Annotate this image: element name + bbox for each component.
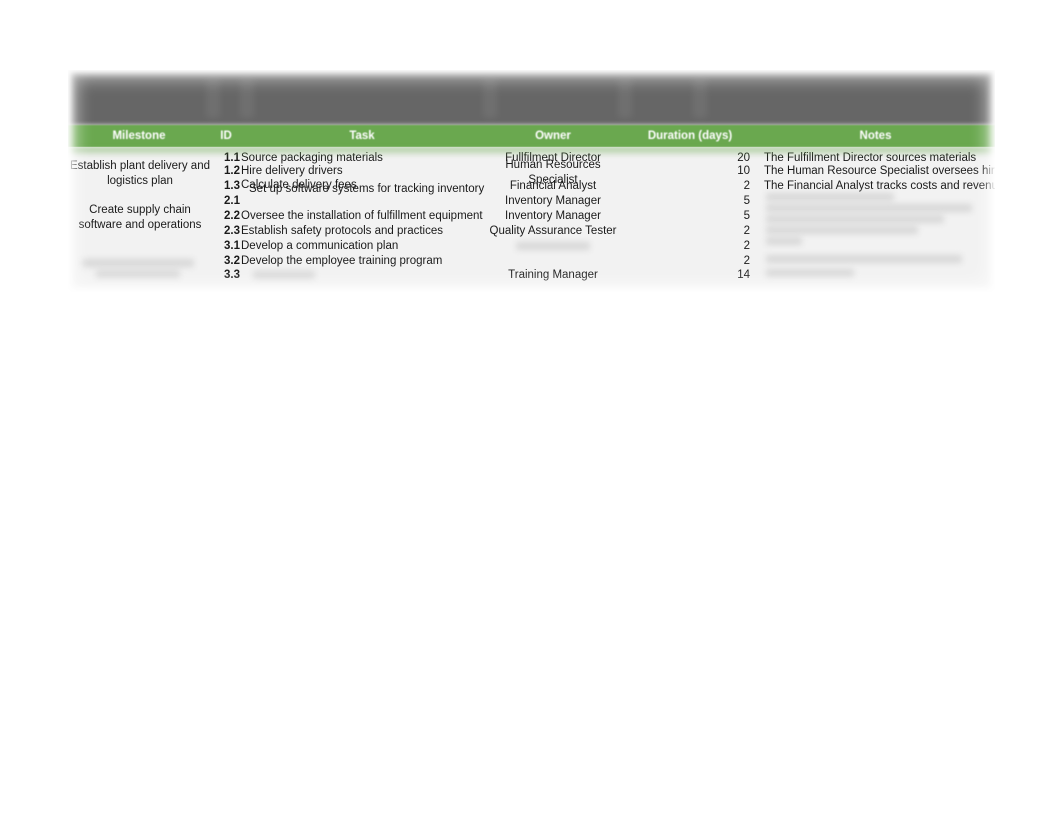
row-owner[interactable]: Inventory Manager	[482, 209, 624, 224]
row-id[interactable]: 3.1	[210, 239, 240, 254]
column-header-id[interactable]: ID	[210, 125, 242, 147]
row-duration[interactable]: 2	[624, 179, 750, 194]
row-duration[interactable]: 14	[624, 268, 750, 283]
row-task-illegible[interactable]	[253, 271, 315, 279]
blurred-toolbar-band	[68, 70, 995, 125]
row-owner-illegible[interactable]	[516, 242, 590, 250]
row-duration[interactable]: 2	[624, 224, 750, 239]
notes-cell-illegible[interactable]	[766, 204, 972, 212]
table-body: Establish plant delivery and logistics p…	[68, 147, 995, 292]
row-task[interactable]: Hire delivery drivers	[241, 164, 485, 179]
milestone-cell-illegible[interactable]	[96, 270, 180, 278]
row-id[interactable]: 3.2	[210, 254, 240, 269]
row-task[interactable]: Develop a communication plan	[241, 239, 485, 254]
row-id[interactable]: 2.3	[210, 224, 240, 239]
table-header-row: Milestone ID Task Owner Duration (days) …	[68, 125, 995, 147]
row-duration[interactable]: 10	[624, 164, 750, 179]
notes-cell-illegible[interactable]	[766, 269, 854, 277]
column-header-milestone[interactable]: Milestone	[68, 125, 210, 147]
notes-cell-illegible[interactable]	[766, 215, 944, 223]
toolbar-ghost-element	[206, 78, 220, 118]
row-owner[interactable]: Training Manager	[482, 268, 624, 283]
row-duration[interactable]: 5	[624, 209, 750, 224]
toolbar-ghost-element	[483, 78, 497, 118]
milestone-cell-illegible[interactable]	[82, 259, 194, 267]
row-task[interactable]: Establish safety protocols and practices	[241, 224, 485, 239]
row-owner[interactable]: Quality Assurance Tester	[482, 224, 624, 239]
row-duration[interactable]: 5	[624, 194, 750, 209]
project-plan-table: Milestone ID Task Owner Duration (days) …	[68, 70, 995, 292]
toolbar-ghost-element	[618, 78, 632, 118]
column-header-task[interactable]: Task	[242, 125, 482, 147]
toolbar-ghost-element	[240, 78, 254, 118]
row-notes[interactable]: The Financial Analyst tracks costs and r…	[764, 179, 995, 194]
row-task[interactable]: Set up software systems for tracking inv…	[249, 182, 493, 197]
notes-cell-illegible[interactable]	[766, 193, 894, 201]
milestone-cell[interactable]: Create supply chain software and operati…	[70, 203, 210, 232]
milestone-cell[interactable]: Establish plant delivery and logistics p…	[70, 159, 210, 188]
row-id[interactable]: 1.3	[210, 179, 240, 194]
notes-cell-illegible[interactable]	[766, 237, 802, 245]
row-id[interactable]: 3.3	[210, 268, 240, 283]
column-header-notes[interactable]: Notes	[756, 125, 995, 147]
notes-cell-illegible[interactable]	[766, 255, 962, 263]
row-duration[interactable]: 2	[624, 239, 750, 254]
notes-cell-illegible[interactable]	[766, 226, 918, 234]
row-id[interactable]: 1.2	[210, 164, 240, 179]
row-task[interactable]: Develop the employee training program	[241, 254, 485, 269]
row-task[interactable]: Oversee the installation of fulfillment …	[241, 209, 485, 224]
row-id[interactable]: 2.1	[210, 194, 240, 209]
row-owner[interactable]: Financial Analyst	[482, 179, 624, 194]
row-notes[interactable]: The Human Resource Specialist oversees h…	[764, 164, 995, 179]
column-header-owner[interactable]: Owner	[482, 125, 624, 147]
row-id[interactable]: 2.2	[210, 209, 240, 224]
screenshot-canvas: Milestone ID Task Owner Duration (days) …	[0, 0, 1062, 822]
row-owner[interactable]: Inventory Manager	[482, 194, 624, 209]
row-duration[interactable]: 2	[624, 254, 750, 269]
toolbar-ghost-element	[693, 78, 707, 118]
column-header-duration[interactable]: Duration (days)	[624, 125, 756, 147]
